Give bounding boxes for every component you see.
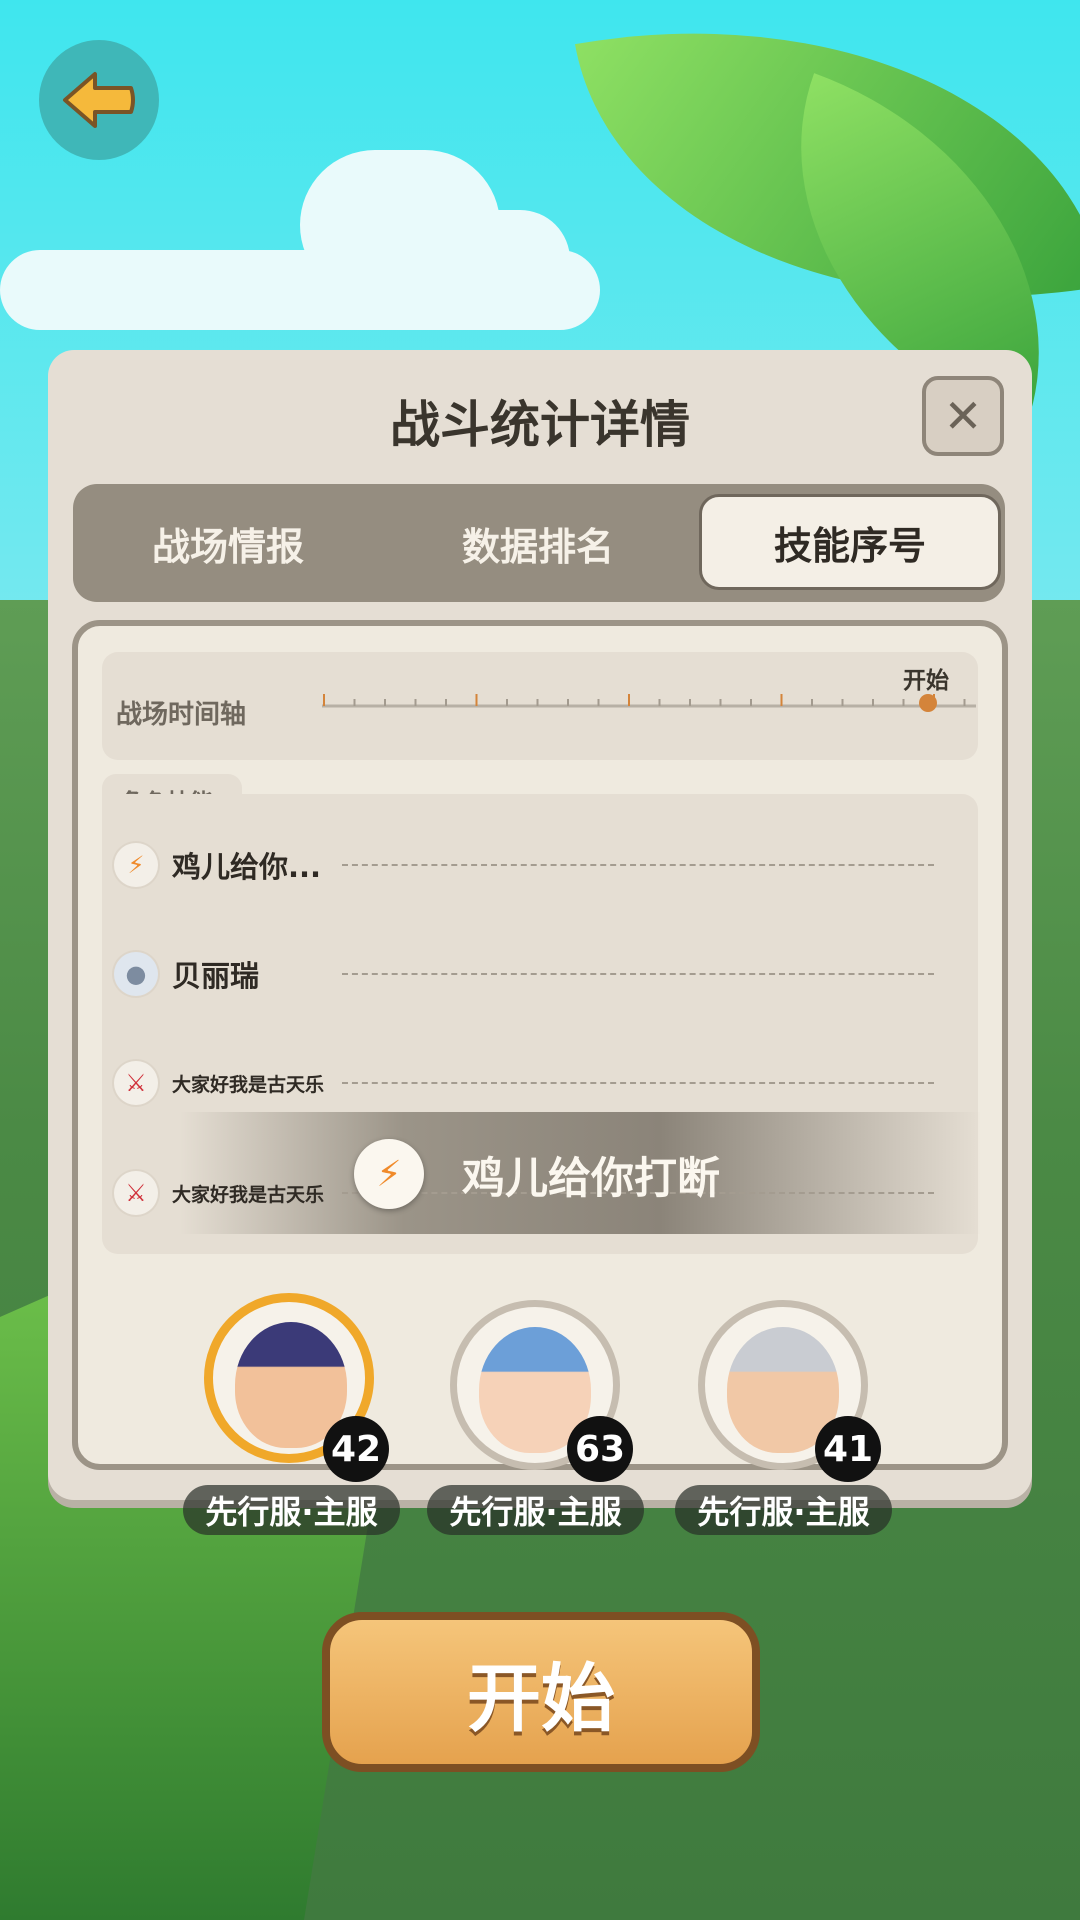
skill-row-track bbox=[342, 1082, 934, 1084]
skill-row-track bbox=[342, 864, 934, 866]
cloud bbox=[430, 210, 570, 310]
timeline-marker bbox=[919, 694, 937, 712]
level-badge: 63 bbox=[567, 1416, 633, 1482]
tab-battlefield-info[interactable]: 战场情报 bbox=[83, 484, 373, 602]
claw-skill-icon: ⚡ bbox=[114, 843, 158, 887]
skill-row[interactable]: ⚔ 大家好我是古天乐 bbox=[114, 1058, 934, 1108]
claw-skill-icon: ⚡ bbox=[354, 1139, 424, 1209]
blade-skill-icon: ⚔ bbox=[114, 1061, 158, 1105]
skill-row-name: 贝丽瑞 bbox=[172, 959, 260, 993]
server-label: 先行服·主服 bbox=[675, 1485, 892, 1535]
close-button[interactable]: ✕ bbox=[922, 376, 1004, 456]
skill-row-track bbox=[342, 973, 934, 975]
skill-row-name: 鸡儿给你... bbox=[172, 850, 322, 884]
ghost-avatar-icon: ● bbox=[114, 952, 158, 996]
level-badge: 41 bbox=[815, 1416, 881, 1482]
start-button[interactable]: 开始 bbox=[322, 1612, 760, 1772]
skill-row-name: 大家好我是古天乐 bbox=[172, 1183, 325, 1206]
server-label: 先行服·主服 bbox=[427, 1485, 644, 1535]
blade-skill-icon: ⚔ bbox=[114, 1171, 158, 1215]
tab-bar: 战场情报 数据排名 技能序号 bbox=[73, 484, 1005, 602]
timeline-label: 战场时间轴 bbox=[116, 700, 247, 730]
tab-skill-sequence[interactable]: 技能序号 bbox=[699, 494, 1001, 590]
back-arrow-icon bbox=[63, 72, 135, 128]
close-icon: ✕ bbox=[943, 389, 983, 443]
tab-data-ranking[interactable]: 数据排名 bbox=[393, 484, 683, 602]
banner-text: 鸡儿给你打断 bbox=[462, 1154, 720, 1204]
page-title: 战斗统计详情 bbox=[390, 396, 690, 454]
skill-row-name: 大家好我是古天乐 bbox=[172, 1073, 325, 1096]
back-button[interactable] bbox=[39, 40, 159, 160]
timeline-track[interactable] bbox=[318, 690, 978, 714]
skill-row[interactable]: ⚡ 鸡儿给你... bbox=[114, 840, 934, 890]
level-badge: 42 bbox=[323, 1416, 389, 1482]
server-label: 先行服·主服 bbox=[183, 1485, 400, 1535]
skill-row[interactable]: ● 贝丽瑞 bbox=[114, 949, 934, 999]
